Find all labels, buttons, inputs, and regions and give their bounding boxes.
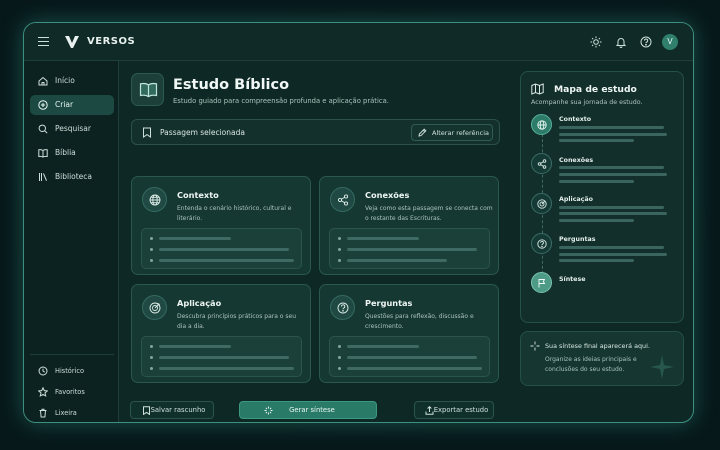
app-window: VERSOS V Início Criar Pesquisar Bíblia B… (23, 22, 694, 423)
main-content: Estudo Bíblico Estudo guiado para compre… (120, 61, 512, 422)
sidebar: Início Criar Pesquisar Bíblia Biblioteca… (24, 61, 119, 422)
edit-icon (418, 128, 427, 137)
versos-logo-icon (65, 35, 79, 48)
step-aplicacao[interactable] (531, 192, 552, 214)
sidebar-item-label: Biblioteca (55, 172, 93, 181)
sidebar-item-label: Criar (55, 100, 74, 109)
sidebar-item-label: Pesquisar (55, 124, 91, 133)
passage-label: Passagem selecionada (160, 128, 245, 137)
sidebar-item-historico[interactable]: Histórico (30, 361, 114, 381)
generate-synthesis-button[interactable]: Gerar síntese (239, 401, 377, 419)
sidebar-item-favoritos[interactable]: Favoritos (30, 382, 114, 402)
top-bar: VERSOS V (24, 23, 693, 61)
bookmark-icon (143, 127, 151, 138)
card-conexoes[interactable]: Conexões Veja como esta passagem se cone… (319, 176, 499, 275)
globe-icon (142, 187, 167, 212)
generate-synthesis-label: Gerar síntese (289, 406, 335, 414)
book-open-icon (38, 149, 48, 158)
step-label: Conexões (559, 156, 594, 164)
step-label: Aplicação (559, 196, 593, 203)
question-icon (330, 295, 355, 320)
bible-header-icon (131, 73, 164, 106)
card-contexto[interactable]: Contexto Entenda o cenário histórico, cu… (131, 176, 311, 275)
sparkle-icon (264, 406, 273, 415)
change-reference-button[interactable]: Alterar referência (411, 124, 493, 141)
card-title: Contexto (177, 190, 219, 200)
globe-icon (537, 120, 547, 130)
page-title: Estudo Bíblico (173, 77, 290, 93)
avatar[interactable]: V (662, 34, 678, 50)
card-placeholder-lines (329, 336, 490, 377)
brand-name: VERSOS (87, 36, 136, 47)
sidebar-item-criar[interactable]: Criar (30, 95, 114, 115)
decorative-sparkle-icon (650, 355, 674, 379)
card-perguntas[interactable]: Perguntas Questões para reflexão, discus… (319, 284, 499, 383)
sun-icon[interactable] (590, 36, 602, 48)
plus-circle-icon (38, 100, 48, 110)
sidebar-item-label: Bíblia (55, 148, 76, 157)
synthesis-note: Sua síntese final aparecerá aqui. Organi… (520, 331, 684, 386)
sidebar-item-inicio[interactable]: Início (30, 71, 114, 91)
sidebar-item-biblia[interactable]: Bíblia (30, 143, 114, 163)
save-draft-button[interactable]: Salvar rascunho (130, 401, 214, 419)
card-description: Descubra princípios práticos para o seu … (177, 313, 296, 330)
step-perguntas[interactable] (531, 232, 552, 254)
menu-icon[interactable] (38, 37, 49, 46)
trash-icon (39, 408, 47, 418)
export-study-label: Exportar estudo (433, 406, 489, 414)
card-description: Veja como esta passagem se conecta com o… (365, 205, 493, 222)
sidebar-item-biblioteca[interactable]: Biblioteca (30, 167, 114, 187)
share-icon (537, 159, 547, 170)
page-subtitle: Estudo guiado para compreensão profunda … (173, 97, 389, 105)
sidebar-item-label: Histórico (55, 367, 85, 375)
card-title: Perguntas (365, 298, 413, 308)
synthesis-note-title: Sua síntese final aparecerá aqui. (545, 342, 650, 350)
sidebar-divider (30, 354, 114, 355)
passage-bar: Passagem selecionada Alterar referência (131, 119, 500, 145)
help-icon[interactable] (640, 36, 652, 48)
question-icon (537, 239, 547, 249)
step-conexoes[interactable] (531, 153, 552, 175)
study-map-panel: Mapa de estudo Acompanhe sua jornada de … (520, 71, 684, 323)
sidebar-item-label: Lixeira (55, 409, 77, 417)
card-title: Aplicação (177, 298, 222, 308)
step-contexto[interactable] (531, 114, 552, 135)
sidebar-item-lixeira[interactable]: Lixeira (30, 403, 114, 422)
search-icon (38, 124, 48, 134)
share-icon (330, 187, 355, 212)
card-title: Conexões (365, 190, 410, 200)
export-study-button[interactable]: Exportar estudo (414, 401, 494, 419)
step-label: Perguntas (559, 236, 596, 244)
card-description: Questões para reflexão, discussão e cres… (365, 313, 474, 330)
study-map-title: Mapa de estudo (554, 84, 637, 95)
sidebar-item-label: Início (55, 76, 75, 85)
sidebar-item-label: Favoritos (55, 388, 85, 396)
target-icon (537, 199, 547, 209)
change-reference-label: Alterar referência (432, 129, 490, 137)
save-draft-label: Salvar rascunho (150, 406, 206, 414)
star-icon (38, 387, 48, 397)
card-placeholder-lines (141, 228, 302, 269)
sidebar-item-pesquisar[interactable]: Pesquisar (30, 119, 114, 139)
synthesis-note-text: Organize as ideias principais e conclusõ… (545, 356, 637, 373)
card-placeholder-lines (329, 228, 490, 269)
flag-icon (538, 279, 546, 288)
map-icon (531, 83, 544, 95)
export-icon (425, 406, 434, 415)
step-label: Contexto (559, 116, 592, 124)
home-icon (38, 76, 48, 86)
target-icon (142, 295, 167, 320)
step-sintese[interactable] (531, 272, 552, 294)
card-description: Entenda o cenário histórico, cultural e … (177, 205, 292, 222)
library-icon (39, 173, 47, 181)
card-placeholder-lines (141, 336, 302, 377)
bookmark-icon (143, 406, 150, 415)
clock-icon (38, 366, 48, 376)
step-label: Síntese (559, 275, 586, 283)
study-map-subtitle: Acompanhe sua jornada de estudo. (531, 99, 643, 106)
card-aplicacao[interactable]: Aplicação Descubra princípios práticos p… (131, 284, 311, 383)
bell-icon[interactable] (615, 36, 627, 48)
sparkle-icon (530, 341, 540, 351)
